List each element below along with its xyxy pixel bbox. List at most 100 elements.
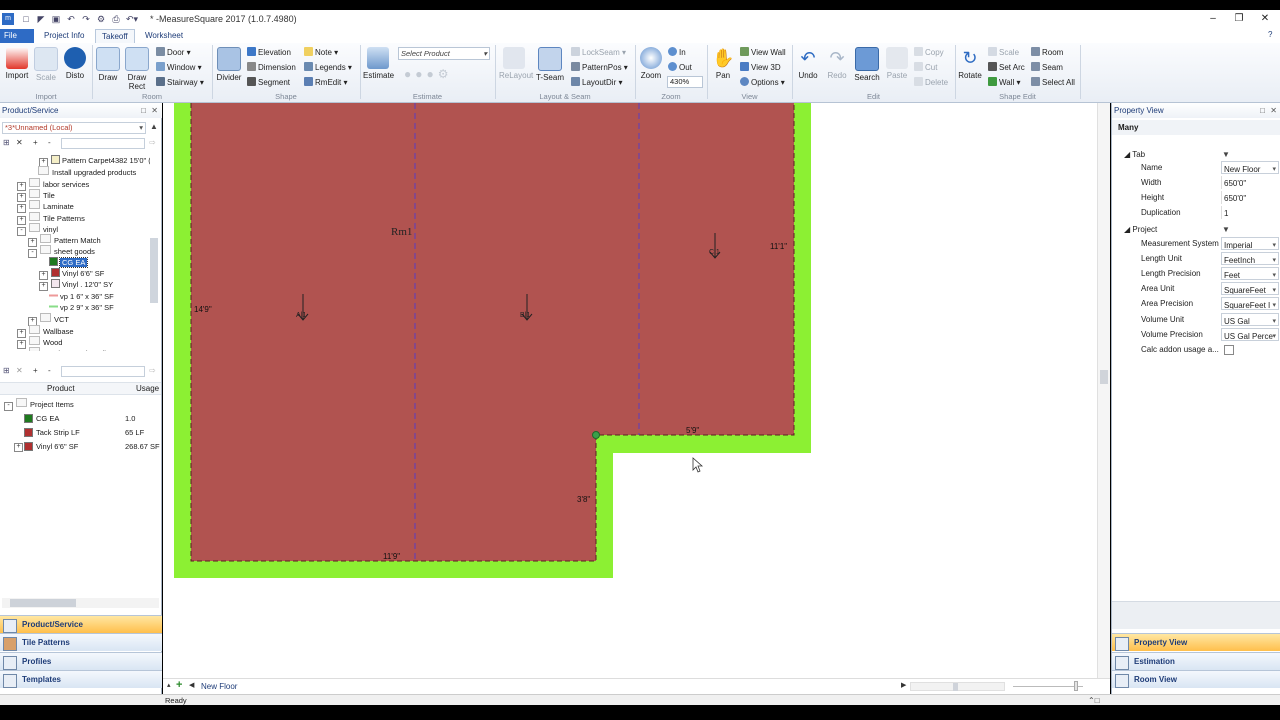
copy-button[interactable]: Copy: [914, 46, 944, 59]
save-icon[interactable]: ▣: [50, 13, 62, 25]
undo-quick-icon[interactable]: ↶: [65, 13, 77, 25]
usage-row[interactable]: Tack Strip LF 65 LF: [0, 427, 162, 438]
hscroll-right-icon[interactable]: ▶: [901, 681, 906, 689]
column-usage[interactable]: Usage: [136, 384, 159, 393]
usage-search-go-icon[interactable]: ⇨: [149, 366, 156, 375]
tab-worksheet[interactable]: Worksheet: [139, 29, 189, 43]
room-floor-area[interactable]: [191, 103, 794, 561]
pin-icon[interactable]: □: [1260, 103, 1265, 118]
property-value[interactable]: US Gal Perce: [1221, 327, 1279, 341]
tab-category-dropdown-icon[interactable]: ▼: [1222, 150, 1230, 159]
open-folder-icon[interactable]: ◤: [35, 13, 47, 25]
floor-tab-new-floor[interactable]: New Floor: [201, 682, 237, 691]
tree-item[interactable]: + Pattern Carpet4382 15'0" (: [39, 155, 150, 167]
nav-profiles[interactable]: Profiles: [0, 652, 162, 670]
select-all-button[interactable]: Select All: [1031, 76, 1075, 89]
project-category-dropdown-icon[interactable]: ▼: [1222, 225, 1230, 234]
project-items-node[interactable]: - Project Items: [4, 398, 74, 411]
import-button[interactable]: Import: [2, 47, 32, 80]
collapse-panels-icon[interactable]: ⌃□: [1088, 695, 1100, 706]
tseam-button[interactable]: T-Seam: [535, 47, 565, 82]
usage-search-input[interactable]: [61, 366, 145, 377]
drawing-canvas[interactable]: Rm1 11'1" 14'9" 5'9" 3'8" 11'9" A|1 B|1 …: [163, 103, 1110, 678]
canvas-vertical-scrollbar[interactable]: [1097, 103, 1110, 678]
tab-scroll-left-icon[interactable]: ▴: [167, 681, 171, 689]
restore-button[interactable]: ❐: [1228, 12, 1250, 26]
relayout-button[interactable]: ReLayout: [499, 47, 533, 80]
collapse-usage-icon[interactable]: -: [48, 366, 51, 375]
nav-templates[interactable]: Templates: [0, 670, 162, 688]
canvas-horizontal-scrollbar[interactable]: [910, 682, 1005, 691]
close-panel-icon[interactable]: ✕: [1270, 103, 1277, 118]
disto-button[interactable]: Disto: [60, 47, 90, 80]
remove-icon[interactable]: ✕: [16, 138, 23, 147]
search-go-icon[interactable]: ⇨: [149, 138, 156, 147]
zoom-button[interactable]: Zoom: [636, 47, 666, 80]
property-value[interactable]: 1: [1221, 206, 1279, 220]
help-icon[interactable]: ?: [1268, 30, 1272, 39]
nav-tile-patterns[interactable]: Tile Patterns: [0, 633, 162, 651]
tree-item[interactable]: - vinyl: [17, 222, 58, 236]
horizontal-scrollbar[interactable]: [2, 598, 159, 608]
zoom-slider-thumb[interactable]: [1074, 681, 1078, 691]
column-product[interactable]: Product: [47, 384, 75, 393]
zoom-slider-track[interactable]: [1013, 686, 1083, 687]
zoom-out-button[interactable]: Out: [668, 61, 692, 74]
tab-scroll-prev-icon[interactable]: ◀: [189, 681, 194, 689]
property-value[interactable]: US Gal: [1221, 312, 1279, 326]
minimize-button[interactable]: –: [1202, 12, 1224, 26]
scale-button[interactable]: Scale: [31, 47, 61, 82]
tab-file[interactable]: File: [0, 29, 34, 43]
undo-button[interactable]: ↶ Undo: [793, 47, 823, 80]
tree-item[interactable]: CG EA: [39, 256, 89, 268]
patternpos-button[interactable]: PatternPos ▾: [571, 61, 628, 74]
nav-estimation[interactable]: Estimation: [1112, 652, 1280, 670]
divider-button[interactable]: Divider: [214, 47, 244, 82]
usage-row[interactable]: + Vinyl 6'6" SF 268.67 SF: [0, 441, 162, 452]
drop-label-b[interactable]: B|1: [520, 312, 530, 319]
draw-button[interactable]: Draw: [93, 47, 123, 82]
estimate-button[interactable]: Estimate: [363, 47, 394, 80]
tree-item[interactable]: + Pattern Match: [28, 234, 101, 248]
tree-item[interactable]: vp 1 6" x 36" SF: [39, 290, 114, 302]
close-button[interactable]: ✕: [1254, 12, 1276, 26]
dimension-button[interactable]: Dimension: [247, 61, 296, 74]
legends-button[interactable]: Legends ▾: [304, 61, 352, 74]
selected-vertex-handle[interactable]: [592, 431, 600, 439]
zoom-level-input[interactable]: 430%: [667, 76, 703, 88]
seam-button[interactable]: Seam: [1031, 61, 1063, 74]
remove-usage-icon[interactable]: ✕: [16, 366, 23, 375]
redo-button[interactable]: ↷ Redo: [822, 47, 852, 80]
collapse-arrow-icon[interactable]: ▲: [150, 122, 158, 131]
segment-button[interactable]: Segment: [247, 76, 290, 89]
print-icon[interactable]: ⎙: [110, 13, 122, 25]
property-value[interactable]: Feet: [1221, 267, 1279, 281]
add-usage-icon[interactable]: ⊞: [3, 366, 10, 375]
property-value[interactable]: New Floor: [1221, 161, 1279, 174]
tree-item[interactable]: Install upgraded products: [28, 166, 136, 177]
tree-item[interactable]: + Tile Patterns: [17, 211, 85, 225]
quick-access-dropdown-icon[interactable]: ↶▾: [126, 13, 138, 25]
drop-label-c[interactable]: C|1: [709, 249, 720, 256]
delete-button[interactable]: Delete: [914, 76, 948, 89]
room-button[interactable]: Room: [1031, 46, 1063, 59]
expand-usage-icon[interactable]: +: [33, 366, 38, 375]
view-3d-button[interactable]: View 3D: [740, 61, 781, 74]
collapse-all-icon[interactable]: -: [48, 138, 51, 147]
tree-item[interactable]: + labor services: [17, 177, 89, 191]
property-value[interactable]: FeetInch: [1221, 252, 1279, 266]
rotate-button[interactable]: ↻ Rotate: [955, 47, 985, 80]
room-name-label[interactable]: Rm1: [391, 226, 412, 238]
tree-item[interactable]: + Vinyl 6'6" SF: [39, 268, 104, 280]
tree-item[interactable]: + Wood: [17, 335, 62, 349]
horizontal-scrollbar-thumb[interactable]: [10, 599, 76, 607]
property-checkbox[interactable]: [1224, 344, 1234, 355]
expand-toggle-icon[interactable]: +: [14, 443, 23, 452]
rmedit-button[interactable]: RmEdit ▾: [304, 76, 347, 89]
layoutdir-button[interactable]: LayoutDir ▾: [571, 76, 623, 89]
nav-product-service[interactable]: Product/Service: [0, 615, 162, 633]
select-product-dropdown[interactable]: Select Product ▾: [398, 47, 490, 60]
dim-top-right[interactable]: 11'1": [770, 242, 787, 251]
tree-item[interactable]: vp 2 9" x 36" SF: [39, 301, 114, 313]
property-value[interactable]: 650'0": [1221, 176, 1279, 190]
